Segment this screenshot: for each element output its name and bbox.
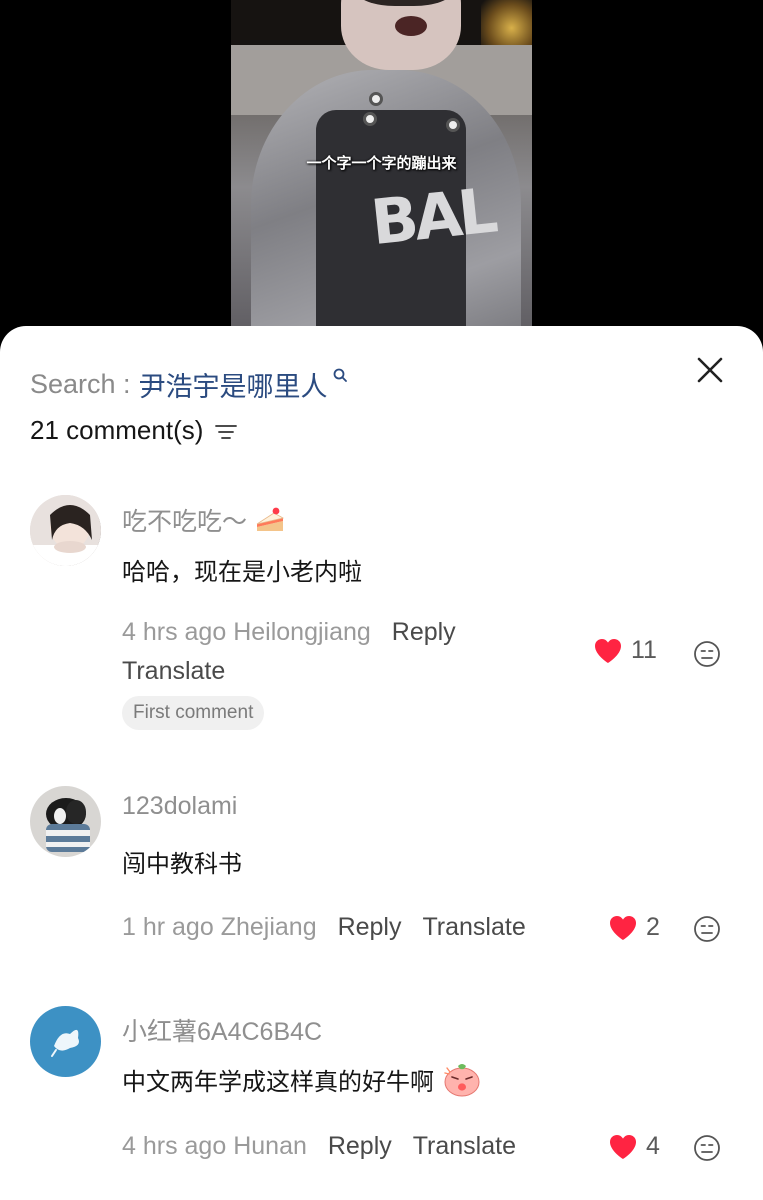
comment-item: 123dolami 闯中教科书 1 hr ago Zhejiang Reply … bbox=[0, 776, 763, 976]
reply-button[interactable]: Reply bbox=[328, 1132, 392, 1160]
comment-username[interactable]: 小红薯6A4C6B4C bbox=[122, 1012, 322, 1048]
like-button[interactable]: 11 bbox=[593, 636, 657, 665]
comment-text: 哈哈，现在是小老内啦 bbox=[122, 558, 362, 586]
search-icon bbox=[333, 368, 347, 382]
first-comment-badge: First comment bbox=[122, 696, 265, 730]
username-text: 吃不吃吃～ bbox=[122, 508, 248, 536]
avatar[interactable] bbox=[30, 786, 101, 857]
angry-peach-emoji-icon bbox=[443, 1064, 480, 1097]
comment-location: Heilongjiang bbox=[233, 618, 371, 646]
search-prefix: Search : bbox=[30, 368, 131, 399]
heart-icon bbox=[595, 638, 621, 663]
translate-button[interactable]: Translate bbox=[422, 913, 525, 941]
comment-location: Zhejiang bbox=[220, 913, 317, 941]
reply-button[interactable]: Reply bbox=[338, 913, 402, 941]
comment-username[interactable]: 吃不吃吃～ bbox=[122, 502, 286, 538]
comment-text-content: 中文两年学成这样真的好牛啊 bbox=[122, 1068, 434, 1096]
comment-count: 21 comment(s) bbox=[30, 414, 204, 445]
video-subtitle: 一个字一个字的蹦出来 bbox=[306, 154, 457, 172]
video-player[interactable]: BAL 一个字一个字的蹦出来 bbox=[0, 0, 763, 340]
search-query[interactable]: 尹浩宇是哪里人 bbox=[139, 365, 328, 404]
comment-count-row: 21 comment(s) bbox=[30, 412, 239, 448]
comment-time: 4 hrs ago bbox=[122, 1132, 227, 1160]
heart-icon bbox=[610, 915, 636, 940]
comment-location: Hunan bbox=[233, 1132, 307, 1160]
avatar[interactable] bbox=[30, 1006, 101, 1077]
comment-meta: 4 hrs ago Heilongjiang Reply bbox=[122, 618, 456, 647]
reply-button[interactable]: Reply bbox=[392, 618, 456, 646]
comment-text: 中文两年学成这样真的好牛啊 bbox=[122, 1062, 482, 1098]
comment-meta: 1 hr ago Zhejiang Reply Translate bbox=[122, 913, 526, 942]
search-link[interactable]: Search : 尹浩宇是哪里人 bbox=[30, 364, 348, 404]
comment-time: 1 hr ago bbox=[122, 913, 214, 941]
close-icon[interactable] bbox=[690, 350, 730, 390]
comment-meta: 4 hrs ago Hunan Reply Translate bbox=[122, 1132, 516, 1161]
like-count: 2 bbox=[646, 913, 660, 941]
comment-item: 吃不吃吃～ 哈哈，现在是小老内啦 4 hrs ago Heilongjiang … bbox=[0, 486, 763, 746]
dislike-face-icon[interactable] bbox=[693, 915, 721, 943]
heart-icon bbox=[610, 1134, 636, 1159]
comment-time: 4 hrs ago bbox=[122, 618, 227, 646]
comment-username[interactable]: 123dolami bbox=[122, 792, 237, 821]
avatar[interactable] bbox=[30, 495, 101, 566]
translate-button[interactable]: Translate bbox=[122, 657, 225, 686]
comment-item: 小红薯6A4C6B4C 中文两年学成这样真的好牛啊 4 hrs ago Huna… bbox=[0, 996, 763, 1196]
sort-icon[interactable] bbox=[213, 419, 239, 445]
dislike-face-icon[interactable] bbox=[693, 640, 721, 668]
like-count: 4 bbox=[646, 1132, 660, 1160]
cake-emoji-icon bbox=[256, 507, 285, 532]
like-button[interactable]: 4 bbox=[608, 1132, 660, 1161]
comment-sheet: Search : 尹浩宇是哪里人 21 comment(s) 吃不吃吃～ 哈哈，… bbox=[0, 326, 763, 1200]
dislike-face-icon[interactable] bbox=[693, 1134, 721, 1162]
comment-text: 闯中教科书 bbox=[122, 850, 242, 878]
like-button[interactable]: 2 bbox=[608, 913, 660, 942]
like-count: 11 bbox=[631, 636, 657, 664]
translate-button[interactable]: Translate bbox=[413, 1132, 516, 1160]
